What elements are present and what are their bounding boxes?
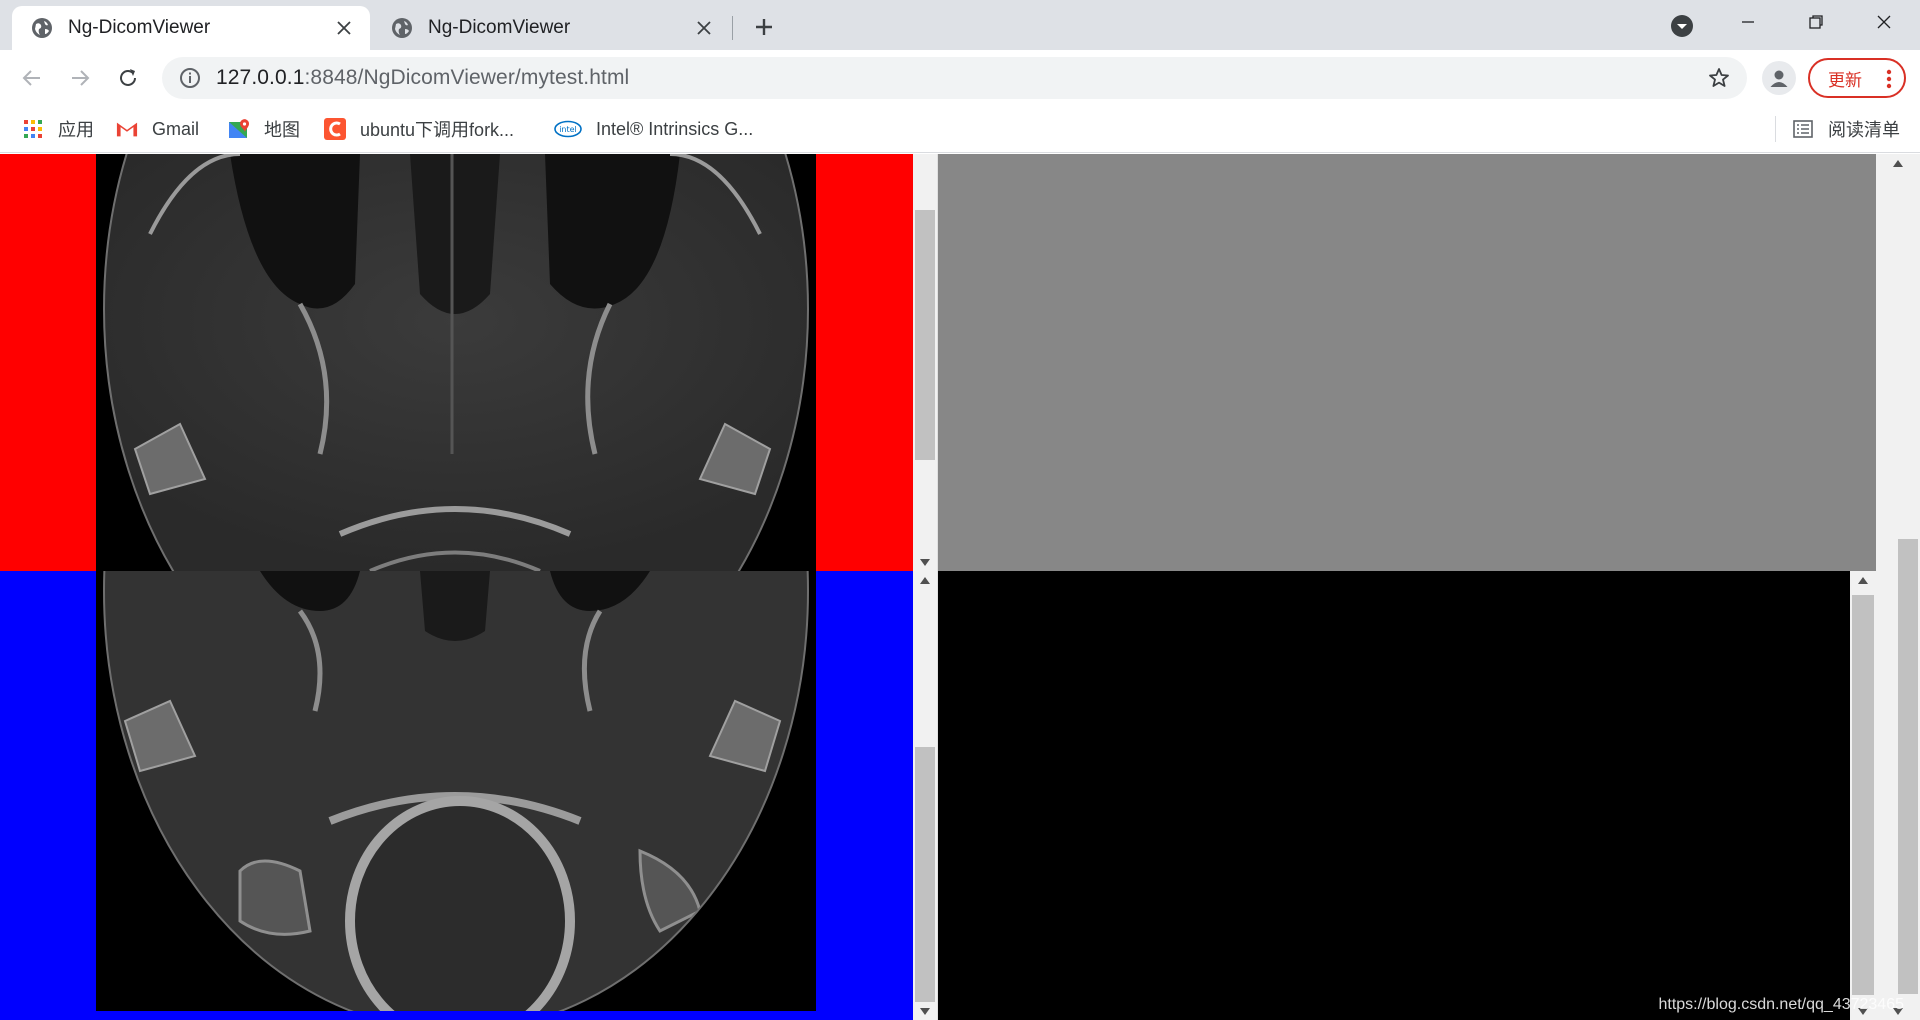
scroll-up-arrow[interactable] <box>1876 154 1920 172</box>
reading-list-label: 阅读清单 <box>1828 120 1900 140</box>
reading-list-icon <box>1792 118 1814 140</box>
maps-icon <box>228 118 250 140</box>
left-bottom-scrollbar[interactable] <box>913 571 937 1020</box>
csdn-icon <box>324 118 346 140</box>
right-bottom-inner-scrollbar[interactable] <box>1850 571 1876 1020</box>
url-path: :8848/NgDicomViewer/mytest.html <box>304 66 630 89</box>
scrollbar-thumb[interactable] <box>1852 595 1874 995</box>
tab-title: Ng-DicomViewer <box>428 17 571 38</box>
profile-avatar[interactable] <box>1762 61 1796 95</box>
person-icon <box>1770 70 1788 87</box>
restore-button[interactable] <box>1782 0 1850 44</box>
viewport-bottom-left[interactable] <box>0 571 913 1020</box>
bookmark-label: Intel® Intrinsics G... <box>596 118 754 139</box>
url-host: 127.0.0.1 <box>216 66 305 89</box>
gmail-icon <box>116 118 138 140</box>
reload-button[interactable] <box>110 60 146 96</box>
globe-icon <box>392 18 412 38</box>
globe-icon <box>32 18 52 38</box>
tab-search-icon[interactable] <box>1668 12 1696 40</box>
tab-ng-dicomviewer-2[interactable]: Ng-DicomViewer <box>372 6 730 50</box>
bookmark-label: 应用 <box>58 120 94 140</box>
reading-list[interactable]: 阅读清单 <box>1792 116 1900 142</box>
tab-separator <box>732 16 733 40</box>
scroll-up-arrow[interactable] <box>913 571 937 589</box>
scroll-down-arrow[interactable] <box>913 1002 937 1020</box>
update-label: 更新 <box>1828 70 1862 90</box>
bookmark-gmail[interactable]: Gmail <box>116 116 199 142</box>
scrollbar-thumb[interactable] <box>915 210 935 460</box>
viewport-top-left[interactable] <box>0 154 913 571</box>
bookmark-label: 地图 <box>264 120 300 140</box>
scroll-down-arrow[interactable] <box>913 553 937 571</box>
bookmark-label: ubuntu下调用fork... <box>360 120 515 140</box>
url-text[interactable]: 127.0.0.1:8848/NgDicomViewer/mytest.html <box>216 66 629 90</box>
intel-icon: intel <box>554 118 582 140</box>
scrollbar-thumb[interactable] <box>915 747 935 1002</box>
viewport-top-right[interactable] <box>938 154 1876 571</box>
bookmarks-bar: 应用 Gmail 地图 ubuntu下调用fork... intel Intel… <box>0 106 1920 153</box>
watermark-text: https://blog.csdn.net/qq_43723465 <box>1658 996 1904 1013</box>
ct-slice-image-bottom <box>0 571 913 1020</box>
page-content: https://blog.csdn.net/qq_43723465 <box>0 154 1920 1020</box>
close-window-button[interactable] <box>1850 0 1918 44</box>
address-bar[interactable]: 127.0.0.1:8848/NgDicomViewer/mytest.html <box>162 57 1747 99</box>
close-icon[interactable] <box>332 16 356 40</box>
more-menu-icon[interactable] <box>1886 69 1892 89</box>
page-scrollbar[interactable] <box>1876 154 1920 1020</box>
update-button[interactable]: 更新 <box>1808 58 1906 98</box>
scroll-up-arrow[interactable] <box>1850 571 1876 589</box>
apps-grid-icon <box>22 118 44 140</box>
bookmark-apps[interactable]: 应用 <box>22 116 94 142</box>
svg-text:intel: intel <box>559 125 577 134</box>
ct-slice-image-top <box>0 154 913 571</box>
bookmark-star-icon[interactable] <box>1707 66 1731 90</box>
scrollbar-thumb[interactable] <box>1898 539 1918 994</box>
bookmark-ubuntu-fork[interactable]: ubuntu下调用fork... <box>324 116 514 142</box>
bookmark-separator <box>1775 116 1776 142</box>
bookmark-label: Gmail <box>152 118 200 139</box>
tab-ng-dicomviewer-1[interactable]: Ng-DicomViewer <box>12 6 370 50</box>
bookmark-intel-intrinsics[interactable]: intel Intel® Intrinsics G... <box>554 116 753 142</box>
left-top-scrollbar[interactable] <box>913 154 937 571</box>
close-icon[interactable] <box>692 16 716 40</box>
minimize-button[interactable] <box>1714 0 1782 44</box>
browser-toolbar: 127.0.0.1:8848/NgDicomViewer/mytest.html… <box>0 50 1920 106</box>
info-icon[interactable] <box>178 66 202 90</box>
forward-button[interactable] <box>62 60 98 96</box>
tab-title: Ng-DicomViewer <box>68 17 211 38</box>
viewport-bottom-right[interactable] <box>938 571 1850 1020</box>
tab-strip: Ng-DicomViewer Ng-DicomViewer <box>0 0 1920 50</box>
back-button[interactable] <box>14 60 50 96</box>
bookmark-maps[interactable]: 地图 <box>228 116 300 142</box>
new-tab-button[interactable] <box>748 11 780 43</box>
